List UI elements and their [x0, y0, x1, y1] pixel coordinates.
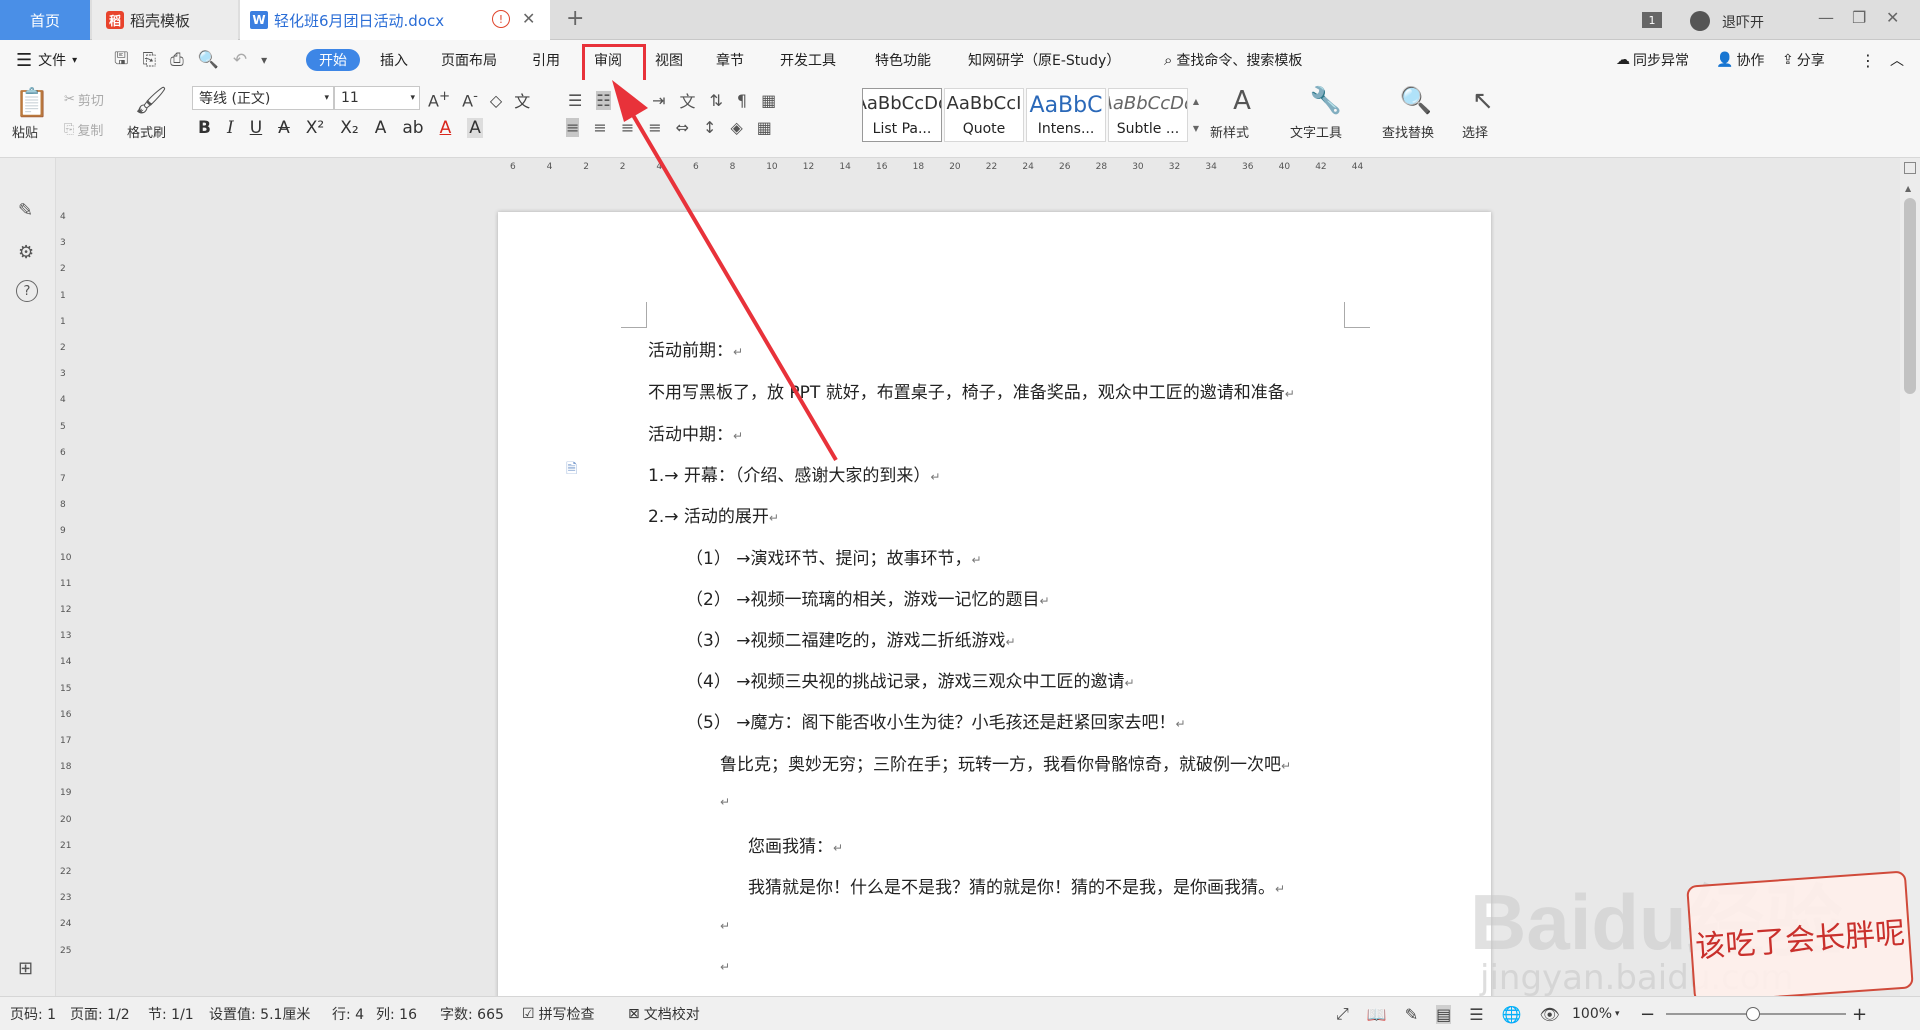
status-setting[interactable]: 设置值: 5.1厘米: [209, 997, 310, 1030]
status-col[interactable]: 列: 16: [376, 997, 417, 1030]
sticker-text: 该吃了会长胖呢: [1694, 915, 1907, 966]
sticker-image: 该吃了会长胖呢: [1686, 870, 1914, 1004]
fullscreen-icon[interactable]: ⤢: [1336, 1004, 1349, 1024]
view-mode-tools: ⤢ 📖 ✎ ▤ ☰ 🌐 👁: [1336, 997, 1560, 1030]
baidu-watermark: Baidu经验 jingyan.baidu.com 该吃了会长胖呢: [1470, 830, 1914, 1004]
spell-check-icon: ☑: [522, 1006, 535, 1022]
status-bar: 页码: 1 页面: 1/2 节: 1/1 设置值: 5.1厘米 行: 4 列: …: [0, 996, 1920, 1030]
zoom-level[interactable]: 100% ▾: [1572, 997, 1620, 1030]
zoom-value: 100%: [1572, 1006, 1613, 1022]
status-words[interactable]: 字数: 665: [440, 997, 504, 1030]
chevron-down-icon: ▾: [1615, 1009, 1620, 1019]
proofread-button[interactable]: ⊠ 文档校对: [628, 997, 700, 1030]
spell-check-button[interactable]: ☑ 拼写检查: [522, 997, 595, 1030]
proofread-label: 文档校对: [643, 1007, 700, 1023]
spell-check-label: 拼写检查: [538, 1007, 595, 1023]
status-section[interactable]: 节: 1/1: [148, 997, 194, 1030]
page-view-icon[interactable]: ▤: [1436, 1004, 1452, 1024]
chevron-up-icon[interactable]: ▲: [1905, 184, 1915, 193]
outline-view-icon[interactable]: ☰: [1469, 1005, 1483, 1024]
scrollbar-thumb[interactable]: [1904, 198, 1916, 394]
zoom-slider-thumb[interactable]: [1746, 1007, 1760, 1021]
web-view-icon[interactable]: 🌐: [1502, 1005, 1522, 1024]
edit-mode-icon[interactable]: ✎: [1405, 1005, 1418, 1024]
zoom-out-button[interactable]: −: [1640, 997, 1655, 1030]
status-pages[interactable]: 页面: 1/2: [70, 997, 130, 1030]
status-row[interactable]: 行: 4: [332, 997, 364, 1030]
status-page[interactable]: 页码: 1: [10, 997, 56, 1030]
eye-protection-icon[interactable]: 👁: [1540, 1005, 1560, 1024]
reading-mode-icon[interactable]: 📖: [1367, 1005, 1387, 1024]
scroll-top-icon[interactable]: [1904, 162, 1916, 174]
proofread-icon: ⊠: [628, 1006, 640, 1022]
zoom-in-button[interactable]: +: [1852, 997, 1867, 1030]
